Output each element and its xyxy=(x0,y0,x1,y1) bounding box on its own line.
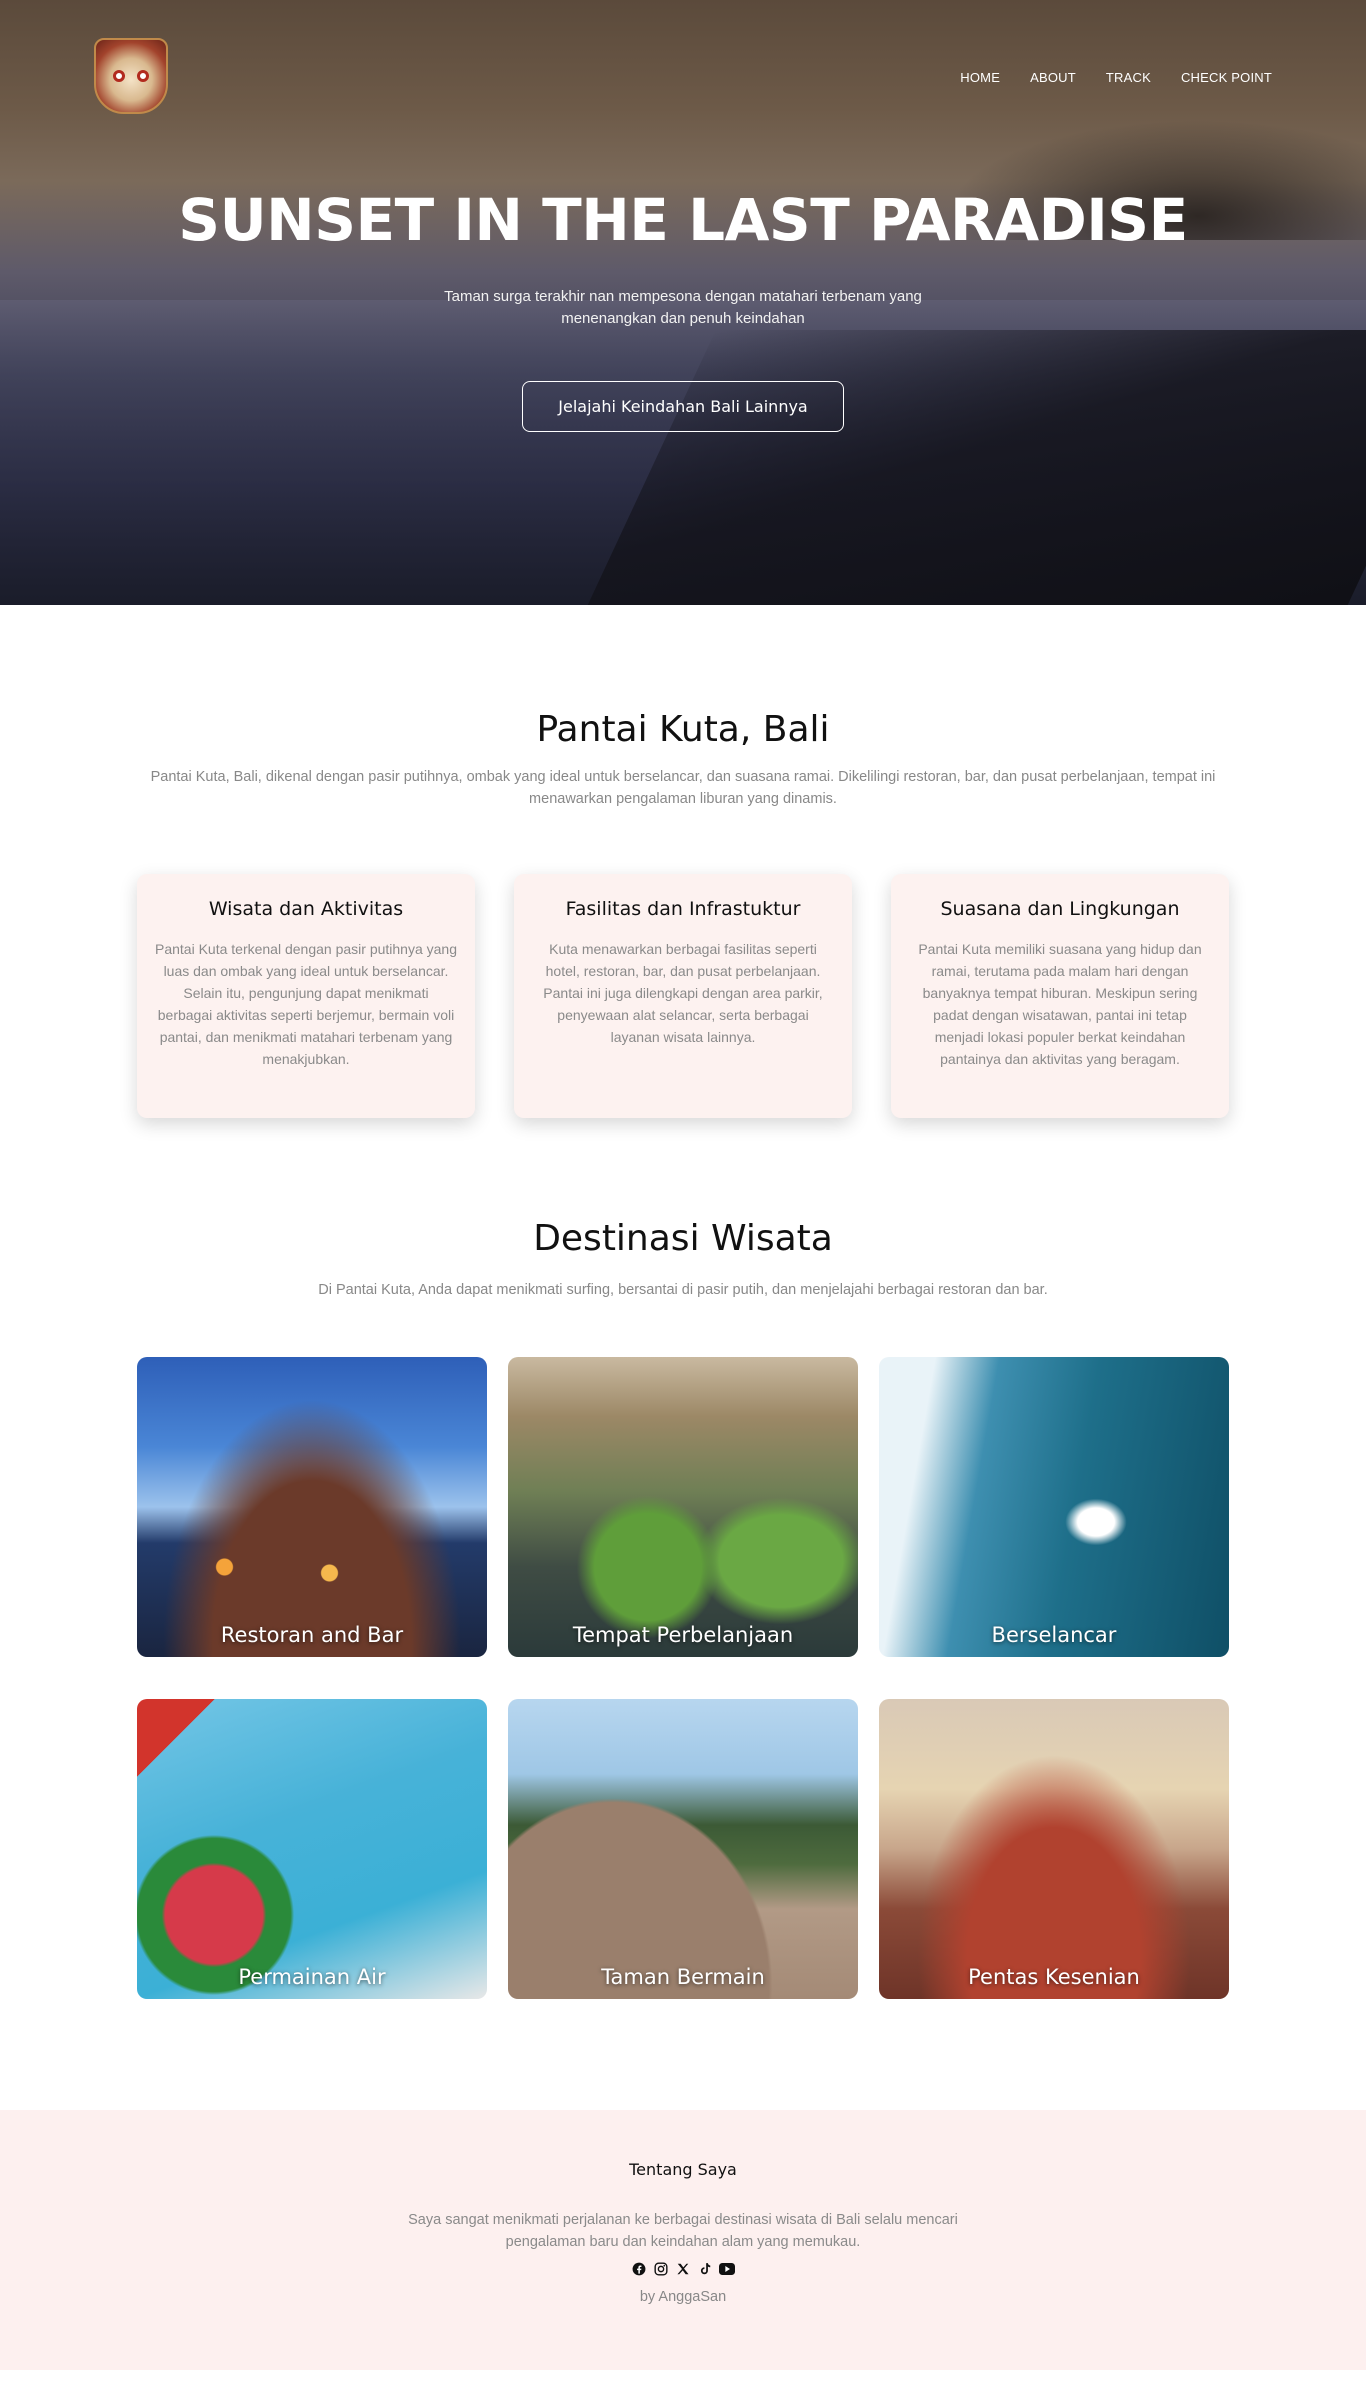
info-card-text: Pantai Kuta memiliki suasana yang hidup … xyxy=(918,941,1202,1067)
destination-tile-restaurant-bar[interactable]: Restoran and Bar xyxy=(137,1357,487,1657)
destination-tile-label: Taman Bermain xyxy=(601,1965,765,1989)
barong-mask-logo-icon[interactable] xyxy=(94,38,168,114)
destinations-section: Destinasi Wisata Di Pantai Kuta, Anda da… xyxy=(0,1118,1366,1999)
info-card-facilities: Fasilitas dan Infrastuktur Kuta menawark… xyxy=(514,874,852,1118)
hero-section: HOME ABOUT TRACK CHECK POINT SUNSET IN T… xyxy=(0,0,1366,605)
logo-eye-right xyxy=(137,70,149,82)
nav-checkpoint-link[interactable]: CHECK POINT xyxy=(1181,70,1272,85)
info-card-text: Pantai Kuta terkenal dengan pasir putihn… xyxy=(155,941,457,1067)
destination-tile-label: Pentas Kesenian xyxy=(968,1965,1140,1989)
explore-bali-button[interactable]: Jelajahi Keindahan Bali Lainnya xyxy=(522,381,844,432)
destination-tile-water-park[interactable]: Permainan Air xyxy=(137,1699,487,1999)
nav-home-link[interactable]: HOME xyxy=(960,70,1000,85)
destinations-description: Di Pantai Kuta, Anda dapat menikmati sur… xyxy=(318,1282,1048,1298)
destination-tile-art-performance[interactable]: Pentas Kesenian xyxy=(879,1699,1229,1999)
footer-title: Tentang Saya xyxy=(629,2160,737,2179)
kuta-title: Pantai Kuta, Bali xyxy=(536,709,830,750)
tiktok-icon[interactable] xyxy=(697,2261,713,2277)
destination-tile-label: Permainan Air xyxy=(238,1965,386,1989)
info-card-title: Suasana dan Lingkungan xyxy=(940,898,1180,920)
hero-subtitle: Taman surga terakhir nan mempesona denga… xyxy=(444,288,922,327)
info-card-title: Wisata dan Aktivitas xyxy=(208,898,404,920)
info-card-text: Kuta menawarkan berbagai fasilitas seper… xyxy=(543,941,823,1045)
nav-track-link[interactable]: TRACK xyxy=(1106,70,1151,85)
destination-tile-surfing[interactable]: Berselancar xyxy=(879,1357,1229,1657)
info-cards: Wisata dan Aktivitas Pantai Kuta terkena… xyxy=(137,874,1229,1118)
main-nav: HOME ABOUT TRACK CHECK POINT xyxy=(960,70,1272,85)
destination-tile-label: Berselancar xyxy=(991,1623,1117,1647)
youtube-icon[interactable] xyxy=(719,2261,735,2277)
x-twitter-icon[interactable] xyxy=(675,2261,691,2277)
nav-about-link[interactable]: ABOUT xyxy=(1030,70,1076,85)
hero-title: SUNSET IN THE LAST PARADISE xyxy=(178,186,1188,254)
destination-tile-shopping[interactable]: Tempat Perbelanjaan xyxy=(508,1357,858,1657)
info-card-atmosphere: Suasana dan Lingkungan Pantai Kuta memil… xyxy=(891,874,1229,1118)
destination-tile-playground[interactable]: Taman Bermain xyxy=(508,1699,858,1999)
destination-tile-label: Restoran and Bar xyxy=(220,1623,404,1647)
social-links xyxy=(0,2261,1366,2277)
destinations-title: Destinasi Wisata xyxy=(533,1218,833,1259)
kuta-description: Pantai Kuta, Bali, dikenal dengan pasir … xyxy=(150,769,1216,807)
info-card-activities: Wisata dan Aktivitas Pantai Kuta terkena… xyxy=(137,874,475,1118)
instagram-icon[interactable] xyxy=(653,2261,669,2277)
logo-eye-left xyxy=(113,70,125,82)
destination-tile-label: Tempat Perbelanjaan xyxy=(572,1623,794,1647)
footer-credit: by AnggaSan xyxy=(639,2289,727,2305)
facebook-icon[interactable] xyxy=(631,2261,647,2277)
footer: Tentang Saya Saya sangat menikmati perja… xyxy=(0,2110,1366,2370)
kuta-section: Pantai Kuta, Bali Pantai Kuta, Bali, dik… xyxy=(0,605,1366,1118)
destinations-grid: Restoran and Bar Tempat Perbelanjaan Ber… xyxy=(137,1357,1229,1999)
info-card-title: Fasilitas dan Infrastuktur xyxy=(565,898,801,920)
footer-about-text: Saya sangat menikmati perjalanan ke berb… xyxy=(408,2212,958,2250)
